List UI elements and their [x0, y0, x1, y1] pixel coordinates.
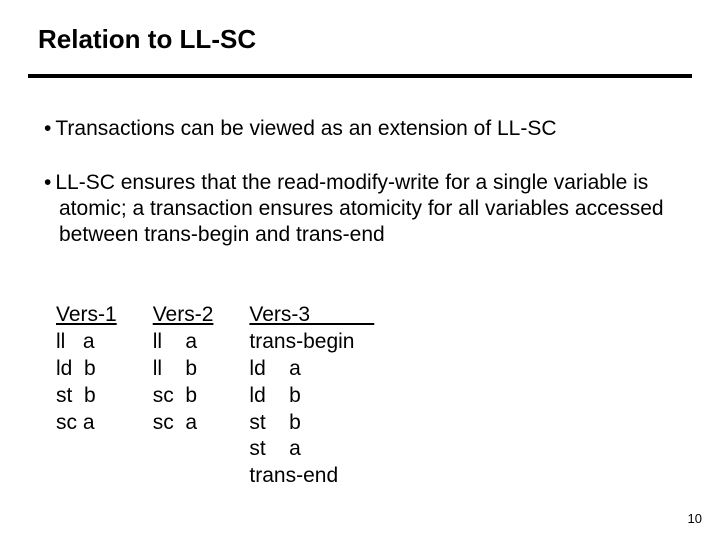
code-row: trans-end — [249, 463, 374, 490]
code-row: sc a — [56, 410, 117, 437]
code-row: ld b — [56, 356, 117, 383]
code-row: sc b — [153, 383, 214, 410]
code-row: ld b — [249, 383, 374, 410]
code-row: ll b — [153, 356, 214, 383]
page-number: 10 — [688, 511, 702, 526]
code-row: trans-begin — [249, 329, 374, 356]
version-header: Vers-3 — [249, 302, 374, 329]
version-header: Vers-2 — [153, 302, 214, 329]
code-row: ll a — [56, 329, 117, 356]
horizontal-rule — [28, 74, 692, 78]
bullet-text: LL-SC ensures that the read-modify-write… — [55, 171, 663, 246]
slide: Relation to LL-SC •Transactions can be v… — [0, 0, 720, 540]
version-column-1: Vers-1 ll a ld b st b sc a — [56, 302, 117, 490]
versions-columns: Vers-1 ll a ld b st b sc a Vers-2 ll a l… — [56, 302, 410, 490]
version-header: Vers-1 — [56, 302, 117, 329]
bullet-dot-icon: • — [44, 117, 51, 140]
code-row: st b — [249, 410, 374, 437]
code-row: ll a — [153, 329, 214, 356]
version-column-3: Vers-3 trans-begin ld a ld b st b st a t… — [249, 302, 374, 490]
code-row: st b — [56, 383, 117, 410]
slide-title: Relation to LL-SC — [38, 24, 256, 55]
code-row: sc a — [153, 410, 214, 437]
versions-block: Vers-1 ll a ld b st b sc a Vers-2 ll a l… — [56, 302, 410, 490]
code-row: ld a — [249, 356, 374, 383]
bullet-item: •Transactions can be viewed as an extens… — [44, 116, 676, 142]
code-row: st a — [249, 436, 374, 463]
bullet-dot-icon: • — [44, 171, 51, 194]
bullet-item: •LL-SC ensures that the read-modify-writ… — [44, 170, 676, 248]
version-column-2: Vers-2 ll a ll b sc b sc a — [153, 302, 214, 490]
bullet-text: Transactions can be viewed as an extensi… — [55, 117, 556, 140]
slide-body: •Transactions can be viewed as an extens… — [44, 116, 676, 276]
